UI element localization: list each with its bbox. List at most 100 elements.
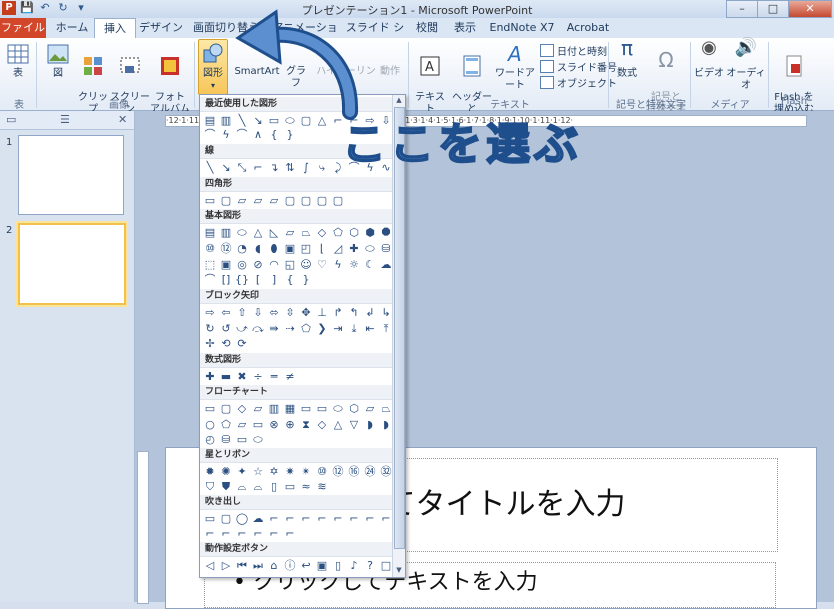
double-brace-icon[interactable]: {} <box>235 273 249 286</box>
curved-ribbon-icon[interactable]: ⌓ <box>235 480 249 493</box>
dodecagon-icon[interactable]: ⑫ <box>219 242 233 255</box>
star8-icon[interactable]: ✴ <box>299 465 313 478</box>
left-bracket-icon[interactable]: [ <box>251 273 265 286</box>
curved-left-arrow-icon[interactable]: ↺ <box>219 322 233 335</box>
striped-right-arrow-icon[interactable]: ⇛ <box>267 322 281 335</box>
action-document-icon[interactable]: ▯ <box>331 559 345 572</box>
donut-icon[interactable]: ◎ <box>235 258 249 271</box>
line-callout-icon[interactable]: ⌐ <box>315 512 329 525</box>
oval-shape-icon[interactable]: ⬭ <box>235 226 249 239</box>
tab-endnote[interactable]: EndNote X7 <box>488 18 556 38</box>
right-triangle-icon[interactable]: ◺ <box>267 226 281 239</box>
action-forward-icon[interactable]: ▷ <box>219 559 233 572</box>
picture-button[interactable]: 図 <box>44 42 72 80</box>
arrow-line-shape-icon[interactable]: ↘ <box>219 161 233 174</box>
curved-line-icon[interactable]: ⌒ <box>235 128 249 141</box>
pentagon-arrow-icon[interactable]: ⬠ <box>299 322 313 335</box>
action-home-icon[interactable]: ⌂ <box>267 559 281 572</box>
merge-icon[interactable]: ▽ <box>347 418 361 431</box>
block-arc-icon[interactable]: ◠ <box>267 258 281 271</box>
punched-tape-icon[interactable]: ▭ <box>251 418 265 431</box>
action-info-icon[interactable]: ⓘ <box>283 559 297 572</box>
bent-up-arrow-icon[interactable]: ↳ <box>379 306 393 319</box>
line-callout-icon[interactable]: ⌐ <box>283 527 297 540</box>
right-brace-icon[interactable]: } <box>283 128 297 141</box>
scroll-up-icon[interactable]: ▲ <box>393 95 405 106</box>
shapes-button[interactable]: 図形 ▾ <box>198 42 228 92</box>
down-arrow-shape-icon[interactable]: ⇩ <box>251 306 265 319</box>
slide-number-button[interactable]: スライド番号 <box>540 60 617 74</box>
tab-review[interactable]: 校閲 <box>410 18 444 38</box>
oval-callout-icon[interactable]: ◯ <box>235 512 249 525</box>
preparation-icon[interactable]: ⬡ <box>347 402 361 415</box>
no-symbol-icon[interactable]: ⊘ <box>251 258 265 271</box>
alternate-process-icon[interactable]: ▢ <box>219 402 233 415</box>
freeform-shape-icon[interactable]: ϟ <box>219 128 233 141</box>
maximize-button[interactable]: □ <box>757 0 789 18</box>
object-button[interactable]: オブジェクト <box>540 76 617 90</box>
direct-access-storage-icon[interactable]: ▭ <box>235 433 249 446</box>
star7-icon[interactable]: ✷ <box>283 465 297 478</box>
right-bracket-icon[interactable]: ] <box>267 273 281 286</box>
elbow-connector-icon[interactable]: ⌐ <box>251 161 265 174</box>
textbox-shape-icon[interactable]: ▤ <box>203 114 217 127</box>
action-back-icon[interactable]: ◁ <box>203 559 217 572</box>
star24-icon[interactable]: ㉔ <box>363 465 377 478</box>
data-icon[interactable]: ▱ <box>251 402 265 415</box>
star16-icon[interactable]: ⑯ <box>347 465 361 478</box>
notched-right-arrow-icon[interactable]: ⇢ <box>283 322 297 335</box>
double-wave-icon[interactable]: ≋ <box>315 480 329 493</box>
circular-arrow-icon[interactable]: ⟳ <box>235 337 249 350</box>
left-right-arrow-icon[interactable]: ⬄ <box>267 306 281 319</box>
star10-icon[interactable]: ⑩ <box>315 465 329 478</box>
summing-junction-icon[interactable]: ⊗ <box>267 418 281 431</box>
heart-icon[interactable]: ♡ <box>315 258 329 271</box>
close-button[interactable]: ✕ <box>788 0 832 18</box>
magnetic-disk-icon[interactable]: ⛁ <box>219 433 233 446</box>
folded-corner-icon[interactable]: ◱ <box>283 258 297 271</box>
snip-rect-icon[interactable]: ▱ <box>267 194 281 207</box>
star12-icon[interactable]: ⑫ <box>331 465 345 478</box>
card-icon[interactable]: ▱ <box>235 418 249 431</box>
trapezoid-icon[interactable]: ⏢ <box>299 226 313 239</box>
not-equal-icon[interactable]: ≠ <box>283 370 297 383</box>
minus-icon[interactable]: ▬ <box>219 370 233 383</box>
left-up-arrow-icon[interactable]: ↲ <box>363 306 377 319</box>
curved-arrow-connector-icon[interactable]: ⤷ <box>315 161 329 174</box>
manual-operation-icon[interactable]: ⏢ <box>379 402 393 415</box>
line-shape-icon[interactable]: ╲ <box>203 161 217 174</box>
equal-icon[interactable]: ═ <box>267 370 281 383</box>
freeform-line-icon[interactable]: ∧ <box>251 128 265 141</box>
outline-tab-icon[interactable]: ☰ <box>60 113 70 126</box>
display-icon[interactable]: ⬭ <box>251 433 265 446</box>
rectangle-shape-icon[interactable]: ▭ <box>203 194 217 207</box>
moon-icon[interactable]: ☾ <box>363 258 377 271</box>
tab-design[interactable]: デザイン <box>138 18 184 38</box>
predefined-process-icon[interactable]: ▥ <box>267 402 281 415</box>
close-panel-icon[interactable]: ✕ <box>118 113 127 126</box>
half-frame-icon[interactable]: ◰ <box>299 242 313 255</box>
datetime-button[interactable]: 日付と時刻 <box>540 44 607 58</box>
bent-arrow-icon[interactable]: ↱ <box>331 306 345 319</box>
chord-icon[interactable]: ◖ <box>251 242 265 255</box>
vertical-textbox-shape-icon[interactable]: ▥ <box>219 226 233 239</box>
terminator-icon[interactable]: ⬭ <box>331 402 345 415</box>
divide-icon[interactable]: ÷ <box>251 370 265 383</box>
document-icon[interactable]: ▭ <box>299 402 313 415</box>
curved-ribbon-icon[interactable]: ⌓ <box>251 480 265 493</box>
minimize-button[interactable]: – <box>726 0 758 18</box>
quad-arrow-icon[interactable]: ✥ <box>299 306 313 319</box>
plus-icon[interactable]: ✚ <box>203 370 217 383</box>
double-bracket-icon[interactable]: [] <box>219 273 233 286</box>
snip-rect-icon[interactable]: ▱ <box>235 194 249 207</box>
line-callout-icon[interactable]: ⌐ <box>267 527 281 540</box>
star4-icon[interactable]: ✦ <box>235 465 249 478</box>
star6-icon[interactable]: ✡ <box>267 465 281 478</box>
sort-icon[interactable]: ◇ <box>315 418 329 431</box>
up-down-arrow-icon[interactable]: ⇳ <box>283 306 297 319</box>
tab-file[interactable]: ファイル <box>0 18 46 38</box>
connector-icon[interactable]: ○ <box>203 418 217 431</box>
manual-input-icon[interactable]: ▱ <box>363 402 377 415</box>
or-icon[interactable]: ⊕ <box>283 418 297 431</box>
slide-thumbnail-2[interactable] <box>18 223 126 305</box>
